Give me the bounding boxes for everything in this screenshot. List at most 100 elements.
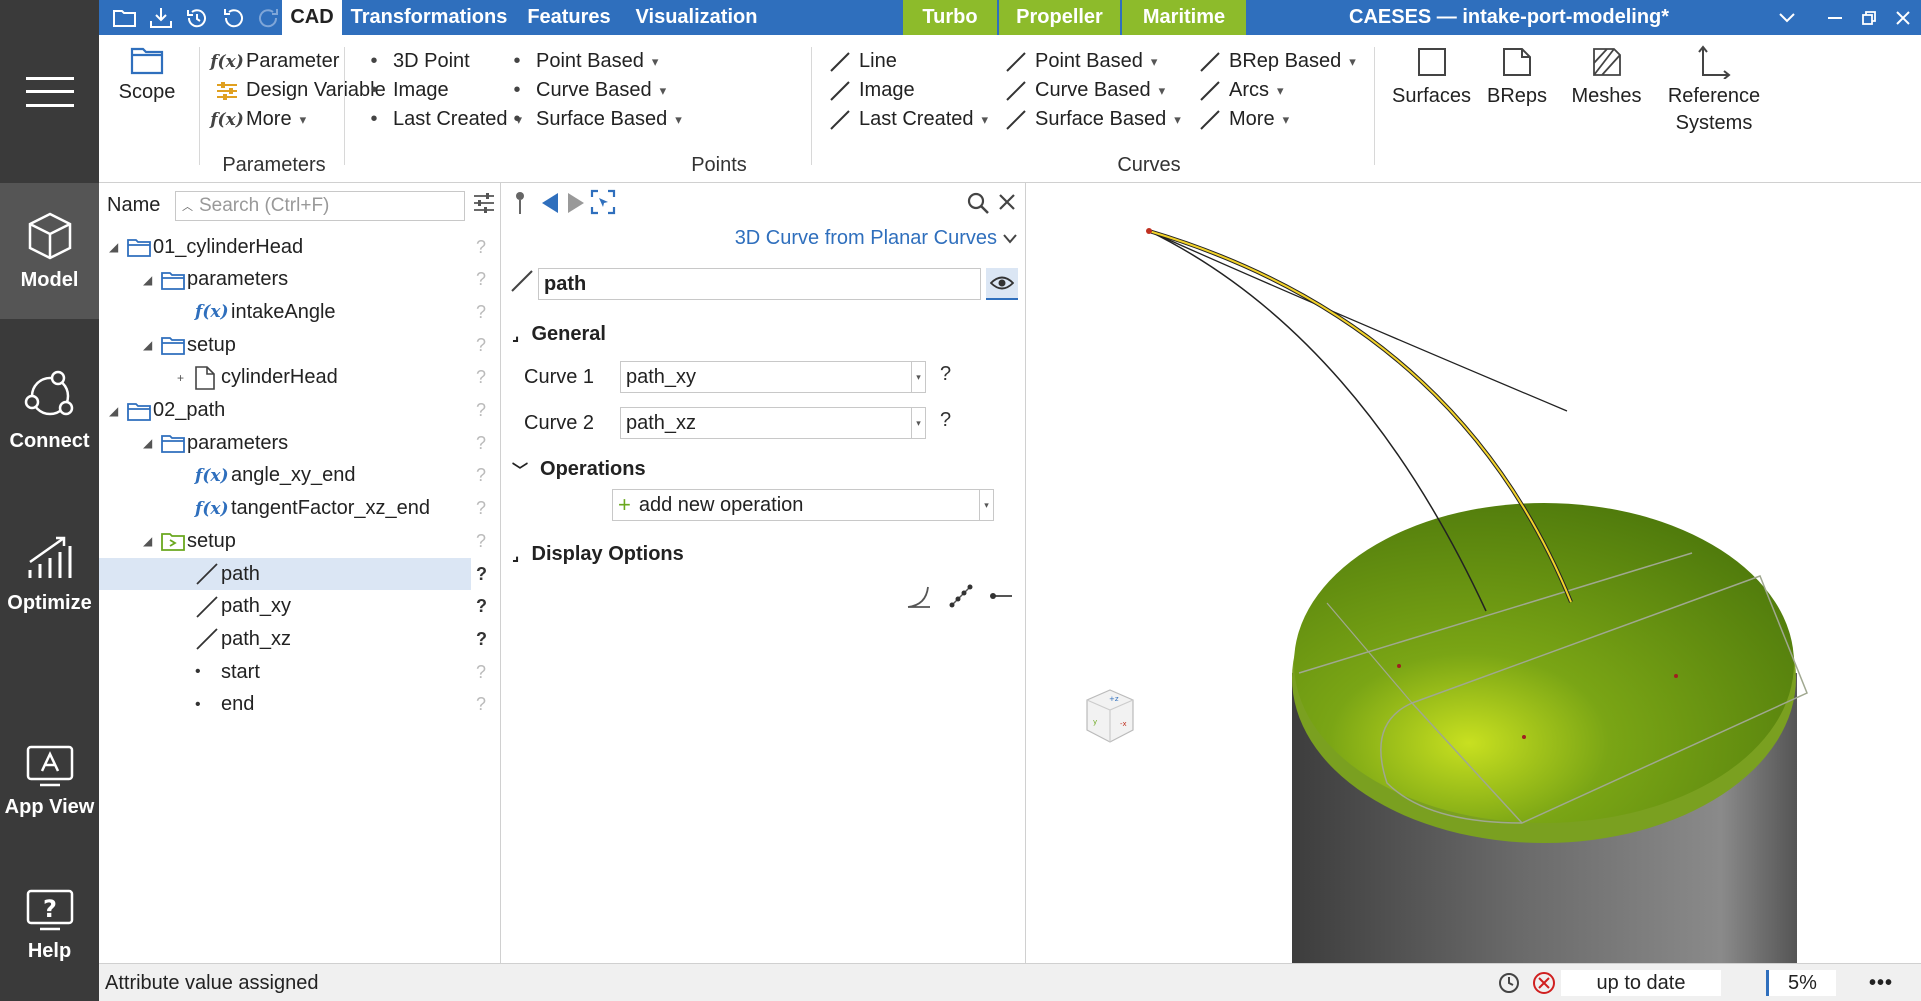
- tree-item[interactable]: path_xz?: [99, 623, 501, 655]
- help-icon[interactable]: ?: [940, 409, 951, 432]
- chevron-down-icon[interactable]: ▾: [979, 490, 993, 520]
- help-icon[interactable]: ?: [476, 237, 486, 258]
- tangent-display-icon[interactable]: [988, 583, 1014, 615]
- section-general[interactable]: ⌟ General: [512, 323, 606, 346]
- close-window-icon[interactable]: [1885, 0, 1921, 35]
- help-icon[interactable]: ?: [476, 629, 487, 650]
- search-icon[interactable]: [966, 191, 990, 221]
- ribbon-curve-brep-based[interactable]: BRep Based ▾: [1197, 50, 1356, 73]
- tree-item[interactable]: ◢ 02_path?: [99, 395, 501, 427]
- tab-features[interactable]: Features: [514, 0, 624, 35]
- ribbon-curve-curve-based[interactable]: Curve Based ▾: [1003, 79, 1165, 102]
- sidebar-item-app-view[interactable]: App View: [0, 744, 99, 819]
- ribbon-point-last-created[interactable]: • Last Created ▾: [361, 108, 522, 131]
- tree-item[interactable]: path_xy?: [99, 591, 501, 623]
- object-name-input[interactable]: path: [538, 268, 981, 300]
- tab-maritime[interactable]: Maritime: [1122, 0, 1246, 35]
- help-icon[interactable]: ?: [476, 269, 486, 290]
- back-arrow-icon[interactable]: [540, 191, 560, 221]
- ribbon-curve-arcs[interactable]: Arcs ▾: [1197, 79, 1284, 102]
- sidebar-item-connect[interactable]: Connect: [0, 370, 99, 453]
- ribbon-3d-point[interactable]: • 3D Point: [361, 50, 469, 73]
- tab-propeller[interactable]: Propeller: [999, 0, 1120, 35]
- help-icon[interactable]: ?: [476, 433, 486, 454]
- surfaces-button[interactable]: Surfaces: [1384, 45, 1479, 110]
- curve1-field[interactable]: path_xy ▾: [620, 361, 926, 393]
- ribbon-point-surface-based[interactable]: • Surface Based ▾: [504, 108, 681, 131]
- history-clock-icon[interactable]: [1494, 970, 1524, 996]
- ribbon-point-curve-based[interactable]: • Curve Based ▾: [504, 79, 666, 102]
- tree-item[interactable]: ◢ setup?: [99, 525, 501, 557]
- ribbon-curve-point-based[interactable]: Point Based ▾: [1003, 50, 1157, 73]
- select-in-viewport-icon[interactable]: [590, 189, 616, 221]
- ribbon-curve-last-created[interactable]: Last Created ▾: [827, 108, 988, 131]
- reference-systems-button[interactable]: Reference Systems: [1654, 45, 1774, 137]
- tab-cad[interactable]: CAD: [282, 0, 342, 35]
- ribbon-line[interactable]: Line: [827, 50, 897, 73]
- visibility-toggle[interactable]: [986, 268, 1018, 300]
- undo-icon[interactable]: [215, 0, 251, 35]
- expand-toggle-icon[interactable]: ◢: [143, 338, 152, 352]
- curve-display-icon[interactable]: [906, 583, 932, 615]
- sidebar-item-optimize[interactable]: Optimize: [0, 532, 99, 615]
- restore-icon[interactable]: [1851, 0, 1887, 35]
- more-options-icon[interactable]: •••: [1861, 970, 1901, 996]
- expand-toggle-icon[interactable]: ◢: [109, 404, 118, 418]
- curve2-field[interactable]: path_xz ▾: [620, 407, 926, 439]
- tree-item[interactable]: f(x) intakeAngle?: [99, 296, 501, 328]
- help-icon[interactable]: ?: [940, 363, 951, 386]
- help-icon[interactable]: ?: [476, 367, 486, 388]
- tree-item[interactable]: f(x) tangentFactor_xz_end?: [99, 493, 501, 525]
- expand-toggle-icon[interactable]: ◢: [109, 240, 118, 254]
- tree-item[interactable]: ◢ setup?: [99, 329, 501, 361]
- expand-toggle-icon[interactable]: ◢: [143, 534, 152, 548]
- tree-item[interactable]: • start?: [99, 656, 501, 688]
- section-operations[interactable]: ﹀ Operations: [512, 457, 646, 481]
- ribbon-parameters-more[interactable]: f(x) More ▾: [210, 108, 306, 131]
- tree-item[interactable]: f(x) angle_xy_end?: [99, 460, 501, 492]
- main-menu-button[interactable]: [0, 0, 99, 183]
- open-folder-icon[interactable]: [107, 0, 143, 35]
- tab-visualization[interactable]: Visualization: [624, 0, 769, 35]
- sidebar-item-help[interactable]: ? Help: [0, 888, 99, 963]
- help-icon[interactable]: ?: [476, 335, 486, 356]
- ribbon-curve-more[interactable]: More ▾: [1197, 108, 1289, 131]
- stop-update-icon[interactable]: [1529, 970, 1559, 996]
- tree-item[interactable]: ◢ 01_cylinderHead?: [99, 231, 501, 263]
- save-download-icon[interactable]: [143, 0, 179, 35]
- help-icon[interactable]: ?: [476, 302, 486, 323]
- ribbon-collapse-icon[interactable]: [1769, 0, 1805, 35]
- ribbon-parameter[interactable]: f(x) Parameter: [210, 50, 339, 73]
- help-icon[interactable]: ?: [476, 564, 487, 585]
- help-icon[interactable]: ?: [476, 400, 486, 421]
- history-icon[interactable]: [179, 0, 215, 35]
- help-icon[interactable]: ?: [476, 498, 486, 519]
- ribbon-curve-surface-based[interactable]: Surface Based ▾: [1003, 108, 1181, 131]
- help-icon[interactable]: ?: [476, 465, 486, 486]
- tab-transformations[interactable]: Transformations: [344, 0, 514, 35]
- ribbon-curve-image[interactable]: Image: [827, 79, 915, 102]
- section-display-options[interactable]: ⌟ Display Options: [512, 543, 684, 566]
- tree-item[interactable]: ◢ parameters?: [99, 264, 501, 296]
- object-type-dropdown[interactable]: 3D Curve from Planar Curves: [735, 227, 1017, 250]
- expand-toggle-icon[interactable]: +: [177, 371, 184, 385]
- tab-turbo[interactable]: Turbo: [903, 0, 997, 35]
- points-display-icon[interactable]: [948, 583, 974, 615]
- close-icon[interactable]: [998, 193, 1016, 217]
- chevron-down-icon[interactable]: ▾: [911, 408, 925, 438]
- pin-icon[interactable]: [512, 191, 528, 221]
- breps-button[interactable]: BReps: [1477, 45, 1557, 110]
- meshes-button[interactable]: Meshes: [1559, 45, 1654, 110]
- sidebar-item-model[interactable]: Model: [0, 183, 99, 319]
- 3d-viewport[interactable]: +z -x y: [1027, 183, 1921, 963]
- help-icon[interactable]: ?: [476, 596, 487, 617]
- expand-toggle-icon[interactable]: ◢: [143, 273, 152, 287]
- scope-button[interactable]: Scope: [117, 45, 177, 106]
- tree-item[interactable]: • end?: [99, 689, 501, 721]
- tree-item[interactable]: path?: [99, 558, 487, 590]
- filter-settings-icon[interactable]: [473, 192, 495, 220]
- ribbon-point-based[interactable]: • Point Based ▾: [504, 50, 658, 73]
- ribbon-design-variable[interactable]: Design Variable: [214, 79, 386, 102]
- forward-arrow-icon[interactable]: [566, 191, 586, 221]
- chevron-down-icon[interactable]: ▾: [911, 362, 925, 392]
